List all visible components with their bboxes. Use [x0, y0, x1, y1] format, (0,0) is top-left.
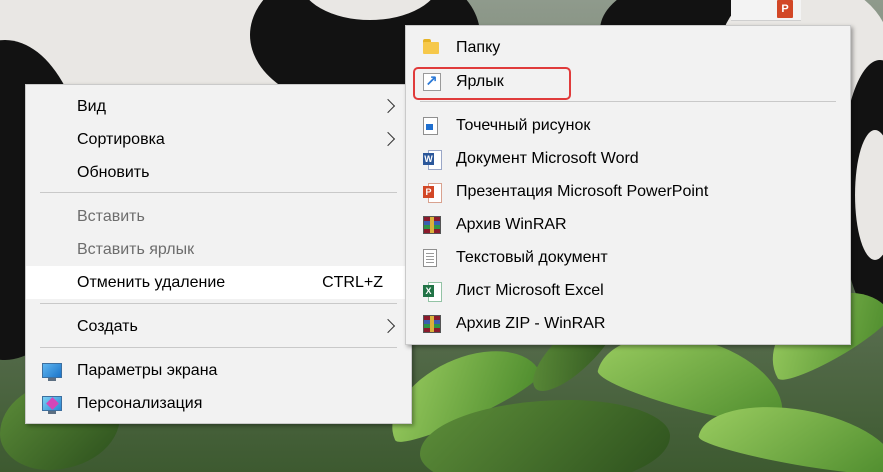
highlight-annotation	[413, 67, 571, 100]
menu-item-label: Папку	[456, 39, 501, 56]
submenu-item-word[interactable]: Документ Microsoft Word	[406, 142, 850, 175]
menu-item-label: Архив WinRAR	[456, 216, 567, 233]
folder-icon	[423, 39, 441, 54]
menu-item-label: Вставить ярлык	[77, 241, 195, 258]
menu-item-display-settings[interactable]: Параметры экрана	[26, 354, 411, 387]
chevron-right-icon	[380, 318, 396, 334]
menu-item-label: Документ Microsoft Word	[456, 150, 639, 167]
menu-item-label: Вид	[77, 98, 106, 115]
personalization-icon	[42, 396, 62, 414]
menu-item-undo-delete[interactable]: Отменить удаление CTRL+Z	[26, 266, 411, 299]
desktop-file-tile[interactable]: P	[731, 0, 801, 21]
chevron-right-icon	[380, 98, 396, 114]
submenu-item-winrar[interactable]: Архив WinRAR	[406, 208, 850, 241]
menu-item-label: Презентация Microsoft PowerPoint	[456, 183, 709, 200]
menu-item-paste-shortcut: Вставить ярлык	[26, 233, 411, 266]
menu-item-view[interactable]: Вид	[26, 90, 411, 123]
winrar-icon	[423, 216, 441, 234]
submenu-item-folder[interactable]: Папку	[406, 31, 850, 64]
menu-item-label: Создать	[77, 318, 138, 335]
chevron-right-icon	[380, 131, 396, 147]
menu-item-personalize[interactable]: Персонализация	[26, 387, 411, 420]
word-document-icon	[423, 150, 442, 170]
winrar-zip-icon	[423, 315, 441, 333]
menu-item-paste: Вставить	[26, 200, 411, 233]
submenu-item-zip[interactable]: Архив ZIP - WinRAR	[406, 307, 850, 340]
menu-separator	[40, 192, 397, 193]
excel-icon	[423, 282, 442, 302]
menu-separator	[40, 347, 397, 348]
powerpoint-icon	[423, 183, 442, 203]
menu-separator	[40, 303, 397, 304]
menu-item-label: Вставить	[77, 208, 145, 225]
menu-item-create[interactable]: Создать	[26, 310, 411, 343]
display-settings-icon	[42, 363, 62, 381]
desktop-context-menu: Вид Сортировка Обновить Вставить Вставит…	[25, 84, 412, 424]
bitmap-icon	[423, 117, 438, 135]
menu-item-label: Архив ZIP - WinRAR	[456, 315, 606, 332]
menu-item-label: Точечный рисунок	[456, 117, 591, 134]
submenu-item-excel[interactable]: Лист Microsoft Excel	[406, 274, 850, 307]
submenu-item-text[interactable]: Текстовый документ	[406, 241, 850, 274]
menu-item-label: Текстовый документ	[456, 249, 608, 266]
submenu-item-bitmap[interactable]: Точечный рисунок	[406, 109, 850, 142]
menu-item-label: Отменить удаление	[77, 274, 226, 291]
menu-item-label: Персонализация	[77, 395, 203, 412]
menu-separator	[420, 101, 836, 102]
menu-item-label: Сортировка	[77, 131, 165, 148]
powerpoint-file-icon: P	[777, 0, 793, 18]
menu-item-label: Обновить	[77, 164, 150, 181]
text-document-icon	[423, 249, 437, 267]
menu-item-sort[interactable]: Сортировка	[26, 123, 411, 156]
keyboard-shortcut: CTRL+Z	[322, 274, 383, 291]
menu-item-refresh[interactable]: Обновить	[26, 156, 411, 189]
submenu-item-powerpoint[interactable]: Презентация Microsoft PowerPoint	[406, 175, 850, 208]
menu-item-label: Лист Microsoft Excel	[456, 282, 604, 299]
menu-item-label: Параметры экрана	[77, 362, 218, 379]
